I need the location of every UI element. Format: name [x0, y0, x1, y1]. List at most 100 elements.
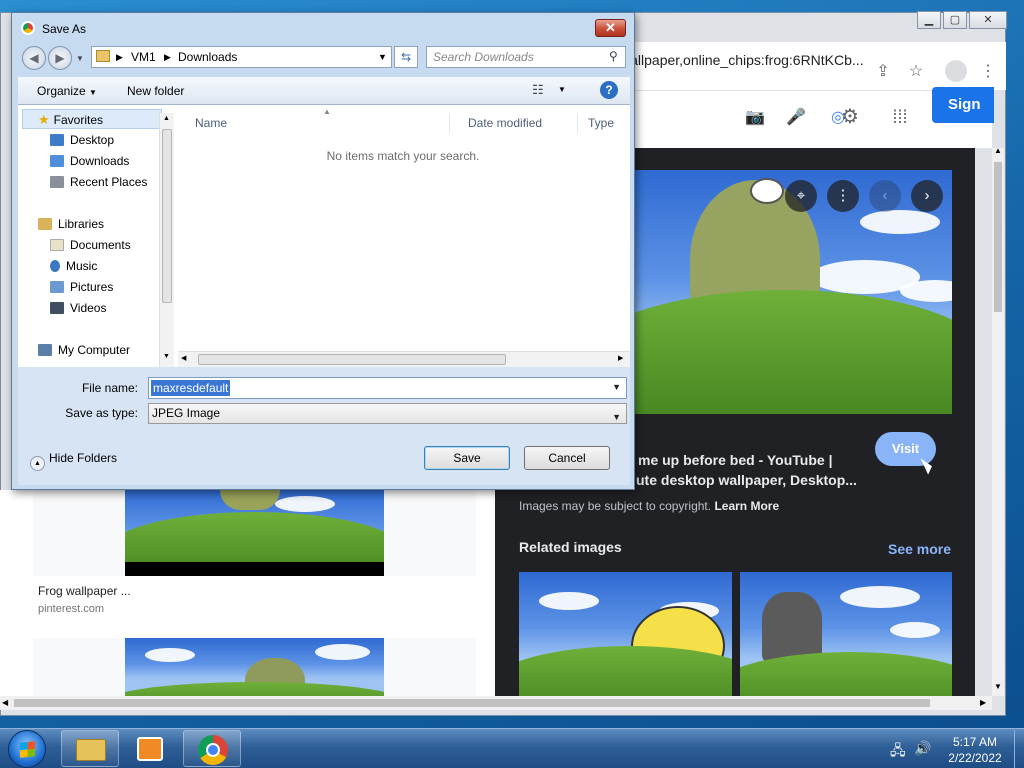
refresh-icon[interactable]: ⇆	[394, 46, 418, 68]
scroll-down-icon[interactable]: ▼	[163, 353, 170, 360]
nav-downloads[interactable]: Downloads	[50, 154, 129, 168]
help-icon[interactable]: ?	[600, 81, 618, 99]
minimize-button[interactable]: ▁	[917, 11, 941, 29]
see-more-link[interactable]: See more	[888, 541, 951, 557]
recent-pages-chevron-icon[interactable]: ▼	[76, 54, 84, 63]
sign-in-button[interactable]: Sign in	[932, 87, 994, 149]
save-type-select[interactable]: JPEG Image ▼	[148, 403, 627, 424]
scroll-up-icon[interactable]: ▲	[163, 115, 170, 122]
scroll-down-icon[interactable]: ▼	[992, 682, 1004, 691]
preview-image[interactable]	[610, 170, 952, 414]
result-source[interactable]: pinterest.com	[38, 603, 104, 615]
forward-arrow-icon[interactable]: ▶	[48, 46, 72, 70]
dialog-close-button[interactable]: ✕	[595, 19, 626, 37]
nav-recent-places[interactable]: Recent Places	[50, 175, 147, 189]
scroll-right-icon[interactable]: ▶	[980, 696, 986, 710]
computer-icon	[38, 344, 52, 356]
close-button[interactable]: ✕	[969, 11, 1007, 29]
nav-my-computer-label: My Computer	[58, 343, 131, 357]
videos-icon	[50, 302, 64, 314]
nav-pane-scrollbar[interactable]: ▲ ▼	[159, 113, 174, 367]
nav-videos[interactable]: Videos	[50, 301, 106, 315]
view-dropdown-icon[interactable]: ▼	[558, 85, 566, 94]
more-options-icon[interactable]: ⋮	[827, 180, 859, 212]
chrome-icon	[198, 735, 228, 765]
nav-pictures[interactable]: Pictures	[50, 280, 113, 294]
profile-avatar-icon[interactable]	[945, 60, 967, 82]
save-button[interactable]: Save	[424, 446, 510, 470]
column-type[interactable]: Type	[580, 113, 614, 133]
nav-favorites[interactable]: ★ Favorites	[38, 112, 103, 128]
network-icon[interactable]: 🖧	[890, 740, 906, 764]
previous-arrow-icon[interactable]: ‹	[869, 180, 901, 212]
bookmark-star-icon[interactable]: ☆	[906, 62, 926, 82]
breadcrumb[interactable]: ▶ VM1 ▶ Downloads ▼	[91, 46, 392, 68]
breadcrumb-dropdown-icon[interactable]: ▼	[378, 47, 387, 67]
apps-grid-icon[interactable]: ⁞⁞⁞	[890, 107, 910, 127]
result-thumbnail[interactable]	[125, 638, 384, 696]
page-vertical-scrollbar[interactable]: ▲ ▼	[992, 146, 1004, 696]
scroll-left-icon[interactable]: ◀	[2, 696, 8, 710]
recent-places-icon	[50, 176, 64, 188]
folder-icon	[76, 739, 106, 761]
back-arrow-icon[interactable]: ◀	[22, 46, 46, 70]
save-as-dialog: Save As ✕ ◀ ▶ ▼ ▶ VM1 ▶ Downloads ▼ ⇆ Se…	[11, 12, 635, 490]
scroll-thumb[interactable]	[994, 162, 1002, 312]
scroll-thumb[interactable]	[14, 699, 930, 707]
scroll-left-icon[interactable]: ◀	[181, 354, 186, 362]
mic-icon[interactable]: 🎤	[786, 108, 806, 128]
media-player-icon	[137, 737, 163, 761]
save-type-label: Save as type:	[65, 406, 138, 420]
next-arrow-icon[interactable]: ›	[911, 180, 943, 212]
nav-libraries[interactable]: Libraries	[38, 217, 104, 231]
copyright-text: Images may be subject to copyright.	[519, 499, 712, 513]
nav-music[interactable]: Music	[50, 259, 97, 273]
organize-button[interactable]: Organize ▼	[37, 84, 97, 98]
new-folder-button[interactable]: New folder	[127, 84, 184, 98]
file-name-dropdown-icon[interactable]: ▼	[612, 382, 621, 392]
related-image[interactable]	[740, 572, 952, 696]
share-icon[interactable]: ⇪	[873, 62, 893, 82]
settings-gear-icon[interactable]: ⚙	[840, 107, 860, 127]
taskbar-media-player[interactable]	[122, 730, 180, 767]
file-list-scrollbar[interactable]: ◀ ▶	[178, 351, 630, 367]
nav-documents[interactable]: Documents	[50, 238, 131, 252]
save-type-value: JPEG Image	[152, 406, 221, 420]
address-bar[interactable]: wallpaper,online_chips:frog:6RNtKCb...	[620, 46, 870, 74]
volume-icon[interactable]: 🔊	[914, 740, 931, 757]
scroll-thumb[interactable]	[162, 129, 172, 303]
scroll-up-icon[interactable]: ▲	[992, 146, 1004, 155]
taskbar-explorer[interactable]	[61, 730, 119, 767]
cancel-button[interactable]: Cancel	[524, 446, 610, 470]
search-input[interactable]: Search Downloads	[426, 46, 626, 68]
column-name[interactable]: Name	[188, 113, 450, 133]
related-image[interactable]	[519, 572, 732, 696]
preview-title-line2[interactable]: ute desktop wallpaper, Desktop...	[636, 472, 857, 488]
preview-title-line1[interactable]: me up before bed - YouTube |	[638, 452, 832, 468]
file-name-value[interactable]: maxresdefault	[151, 380, 231, 396]
show-desktop-button[interactable]	[1014, 730, 1024, 768]
lens-search-icon[interactable]: ⌖	[785, 180, 817, 212]
file-name-input[interactable]: maxresdefault ▼	[148, 377, 627, 399]
breadcrumb-vm1[interactable]: VM1	[131, 47, 156, 67]
hide-folders-button[interactable]: ▲ Hide Folders	[30, 451, 117, 471]
column-date-modified[interactable]: Date modified	[460, 113, 578, 133]
menu-kebab-icon[interactable]: ⋮	[978, 62, 998, 82]
breadcrumb-downloads[interactable]: Downloads	[178, 47, 237, 67]
view-options-icon[interactable]: ☷	[532, 82, 544, 98]
scroll-thumb[interactable]	[198, 354, 506, 365]
page-horizontal-scrollbar[interactable]: ◀ ▶	[0, 696, 992, 710]
scroll-right-icon[interactable]: ▶	[618, 354, 623, 362]
result-title[interactable]: Frog wallpaper ...	[38, 584, 131, 598]
result-thumbnail[interactable]	[125, 490, 384, 576]
start-button[interactable]	[8, 730, 46, 768]
system-clock[interactable]: 5:17 AM 2/22/2022	[940, 734, 1010, 766]
maximize-button[interactable]: ▢	[943, 11, 967, 29]
nav-desktop[interactable]: Desktop	[50, 133, 114, 147]
save-type-dropdown-icon[interactable]: ▼	[612, 408, 621, 427]
music-icon	[50, 260, 60, 272]
nav-my-computer[interactable]: My Computer	[38, 343, 130, 357]
taskbar-chrome[interactable]	[183, 730, 241, 767]
camera-icon[interactable]: 📷	[745, 108, 765, 128]
learn-more-link[interactable]: Learn More	[714, 499, 779, 513]
